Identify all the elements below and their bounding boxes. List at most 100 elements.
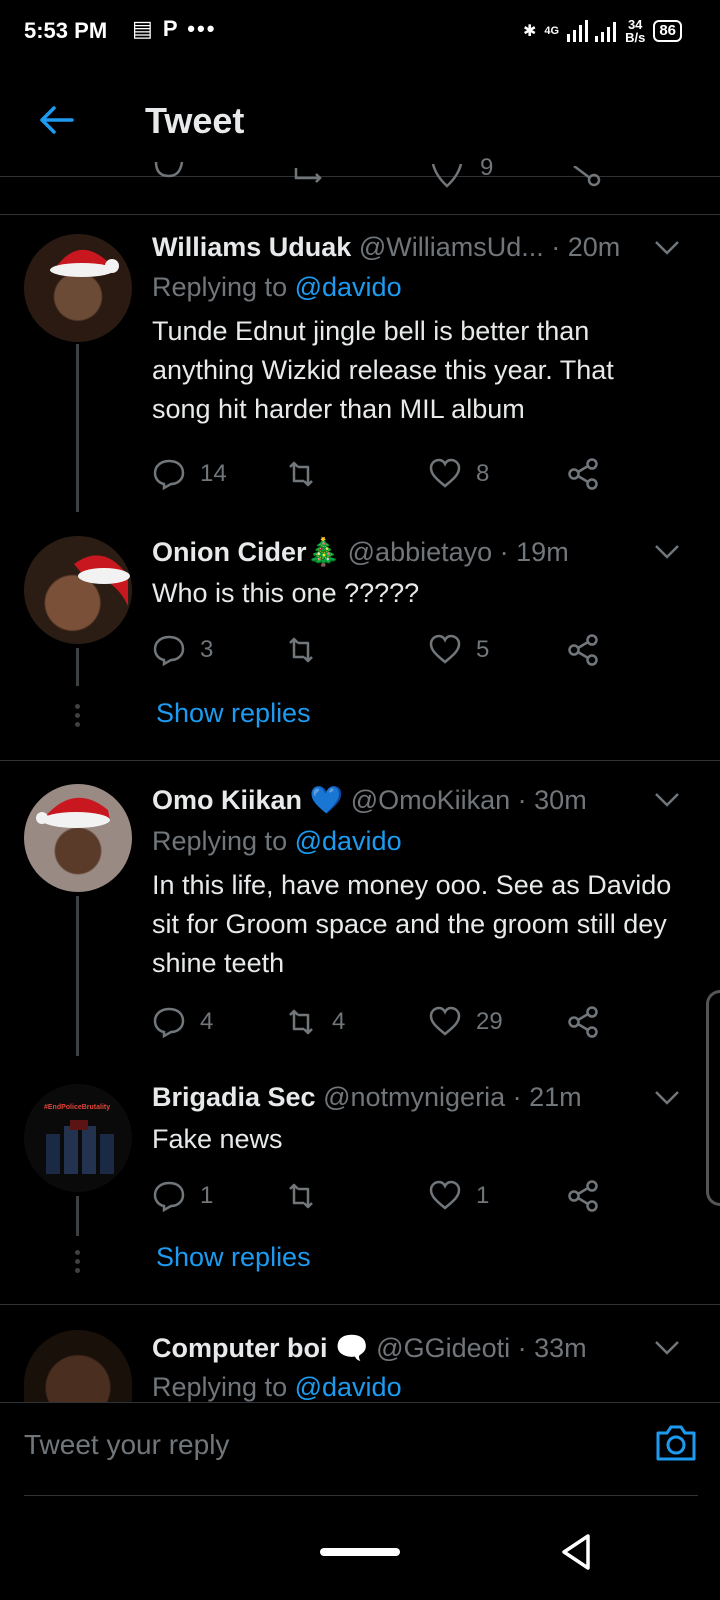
share-icon <box>568 458 598 490</box>
retweet-button[interactable] <box>284 1178 332 1214</box>
reply-handle-link[interactable]: @davido <box>295 272 402 302</box>
share-button[interactable] <box>566 456 600 492</box>
reply-button[interactable]: 3 <box>152 632 213 668</box>
display-name[interactable]: Computer boi <box>152 1333 328 1363</box>
reply-icon <box>153 459 185 491</box>
show-replies-link[interactable]: Show replies <box>156 1242 311 1273</box>
camera-icon[interactable] <box>654 1421 698 1465</box>
avatar[interactable] <box>24 1330 132 1402</box>
status-time: 5:53 PM <box>24 18 108 43</box>
partial-action-row: 9 <box>0 154 720 215</box>
like-icon[interactable] <box>430 164 464 188</box>
chevron-down-icon[interactable] <box>654 1090 680 1106</box>
display-name[interactable]: Onion Cider <box>152 537 307 567</box>
reply-icon <box>153 1007 185 1039</box>
like-icon <box>429 458 461 488</box>
display-name[interactable]: Brigadia Sec <box>152 1082 316 1112</box>
thread-line <box>76 344 79 512</box>
reply-button[interactable]: 4 <box>152 1004 213 1040</box>
avatar[interactable]: #EndPoliceBrutality <box>24 1084 132 1192</box>
network-label: 4G <box>544 25 560 37</box>
like-button[interactable]: 29 <box>428 1004 503 1040</box>
share-button[interactable] <box>566 1178 600 1214</box>
more-replies-dots <box>74 704 81 731</box>
avatar[interactable] <box>24 234 132 342</box>
system-nav-bar <box>0 1500 720 1600</box>
reply-count: 3 <box>200 636 214 663</box>
christmas-tree-icon: 🎄 <box>306 537 341 567</box>
user-handle: @GGideoti <box>376 1333 511 1363</box>
tweet-header: Brigadia Sec @notmynigeria · 21m <box>152 1082 582 1113</box>
retweet-button[interactable] <box>284 632 332 668</box>
chevron-down-icon[interactable] <box>654 544 680 560</box>
scrollbar-handle[interactable] <box>706 990 720 1206</box>
user-handle: @WilliamsUd... <box>358 232 544 262</box>
reply-count: 14 <box>200 460 227 487</box>
chevron-down-icon[interactable] <box>654 240 680 256</box>
reply-icon <box>153 635 185 667</box>
home-gesture-bar[interactable] <box>320 1548 400 1556</box>
more-replies-dots <box>74 1250 81 1277</box>
speech-bubble-icon: 🗨️ <box>335 1333 369 1363</box>
like-count: 1 <box>476 1182 490 1209</box>
status-icons: ✱ 4G 34 B/s 86 <box>523 16 682 46</box>
tweet-time: · 20m <box>551 232 621 262</box>
chevron-down-icon[interactable] <box>654 1340 680 1356</box>
reply-count: 4 <box>200 1008 214 1035</box>
like-icon <box>429 634 461 664</box>
reply-icon <box>153 1181 185 1213</box>
page-title: Tweet <box>145 100 245 141</box>
tweet-actions: 3 5 <box>152 632 622 668</box>
retweet-icon[interactable] <box>290 168 330 188</box>
tweet-header: Williams Uduak @WilliamsUd... · 20m <box>152 232 620 263</box>
reply-count: 1 <box>200 1182 214 1209</box>
tweet-time: · 33m <box>517 1333 587 1363</box>
share-button[interactable] <box>566 632 600 668</box>
tweet-reply-input[interactable]: Tweet your reply <box>24 1429 229 1461</box>
santa-hat-icon <box>36 797 110 828</box>
share-button[interactable] <box>566 1004 600 1040</box>
reply-button[interactable]: 1 <box>152 1178 213 1214</box>
back-arrow-icon[interactable] <box>36 100 76 140</box>
thread-line <box>76 896 79 1056</box>
tweet-header: Onion Cider🎄 @abbietayo · 19m <box>152 536 569 568</box>
share-icon[interactable] <box>568 166 602 190</box>
avatar[interactable] <box>24 784 132 892</box>
avatar[interactable] <box>24 536 132 644</box>
tweet-actions: 1 1 <box>152 1178 622 1214</box>
like-count: 9 <box>480 154 494 181</box>
tweet-actions: 14 8 <box>152 456 622 492</box>
reply-handle-link[interactable]: @davido <box>295 826 402 856</box>
share-icon <box>568 1180 598 1212</box>
reply-icon[interactable] <box>152 162 186 186</box>
user-handle: @OmoKiikan <box>350 785 511 815</box>
tweet-header: Omo Kiikan 💙 @OmoKiikan · 30m <box>152 784 587 816</box>
replying-to: Replying to @davido <box>152 272 402 302</box>
retweet-button[interactable] <box>284 456 332 492</box>
tweet-time: · 21m <box>512 1082 582 1112</box>
status-bar: 5:53 PM ▤ P ••• ✱ 4G 34 B/s 86 <box>0 0 720 64</box>
reply-handle-link[interactable]: @davido <box>295 1372 402 1402</box>
display-name[interactable]: Omo Kiikan <box>152 785 302 815</box>
display-name[interactable]: Williams Uduak <box>152 232 351 262</box>
nav-back-icon[interactable] <box>556 1532 596 1572</box>
tweet-time: · 19m <box>499 537 569 567</box>
reply-input-underline <box>24 1495 698 1496</box>
retweet-icon <box>289 637 313 663</box>
blue-heart-icon: 💙 <box>309 785 344 815</box>
retweet-icon <box>289 461 313 487</box>
retweet-button[interactable]: 4 <box>284 1004 345 1040</box>
like-count: 29 <box>476 1008 503 1035</box>
network-speed: 34 B/s <box>625 17 646 45</box>
like-button[interactable]: 1 <box>428 1178 489 1214</box>
chevron-down-icon[interactable] <box>654 792 680 808</box>
reply-button[interactable]: 14 <box>152 456 227 492</box>
show-replies-link[interactable]: Show replies <box>156 698 311 729</box>
divider <box>0 760 720 761</box>
like-button[interactable]: 8 <box>428 456 489 492</box>
divider <box>0 1304 720 1305</box>
replying-to: Replying to @davido <box>152 826 402 856</box>
like-icon <box>429 1006 461 1036</box>
like-icon <box>429 1180 461 1210</box>
like-button[interactable]: 5 <box>428 632 489 668</box>
